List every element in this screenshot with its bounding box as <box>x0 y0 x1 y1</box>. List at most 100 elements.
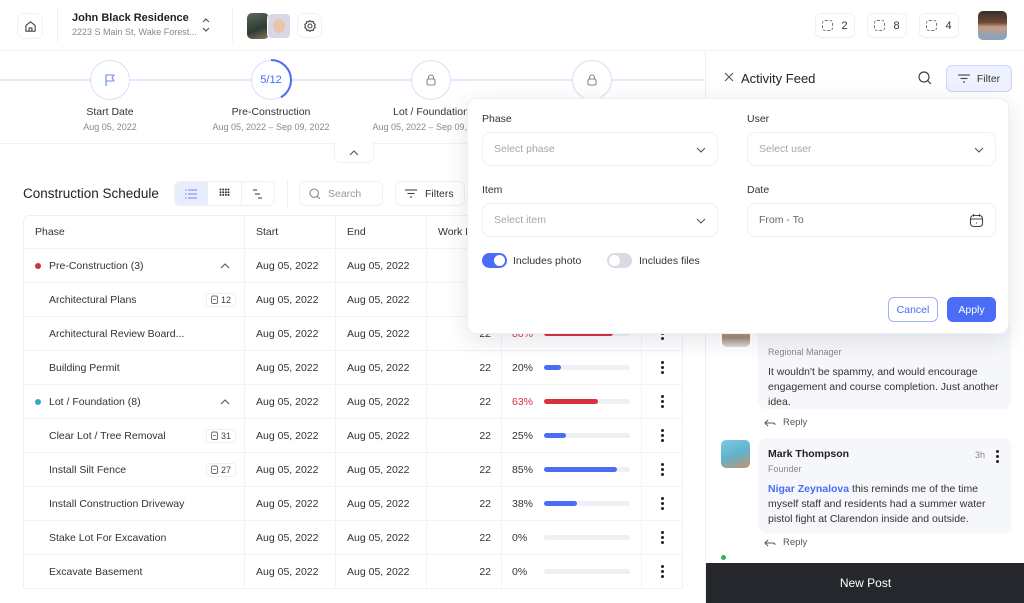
attachment-count: 12 <box>220 294 231 305</box>
date-range-input[interactable]: From - To <box>747 203 996 237</box>
lock-icon <box>426 74 436 86</box>
list-view-button[interactable] <box>175 182 209 205</box>
chevron-down-icon <box>696 218 706 224</box>
feed-search-button[interactable] <box>918 71 932 88</box>
step-start-date[interactable] <box>90 60 130 100</box>
phase-name: Install Construction Driveway <box>49 497 185 510</box>
row-menu-button[interactable] <box>642 351 682 384</box>
schedule-title: Construction Schedule <box>23 186 159 201</box>
column-header-end[interactable]: End <box>336 216 427 248</box>
comment-author[interactable]: Mark Thompson <box>768 448 1001 460</box>
gantt-icon <box>253 189 263 198</box>
project-switcher[interactable] <box>200 16 212 37</box>
step-pre-construction[interactable]: 5/12 <box>250 59 292 101</box>
table-row[interactable]: Stake Lot For Excavation Aug 05, 2022 Au… <box>24 521 682 555</box>
user-avatar[interactable] <box>978 11 1007 40</box>
project-address: 2223 S Main St, Wake Forest... <box>72 27 197 37</box>
comment-time: 3h <box>974 450 985 460</box>
attachment-badge[interactable]: 27 <box>205 462 236 477</box>
home-button[interactable] <box>17 13 43 39</box>
counter-2[interactable]: 8 <box>867 13 907 38</box>
comment-role: Regional Manager <box>768 347 842 357</box>
grid-view-button[interactable] <box>208 182 242 205</box>
table-row[interactable]: Building Permit Aug 05, 2022 Aug 05, 202… <box>24 351 682 385</box>
reply-button[interactable]: Reply <box>764 537 807 548</box>
progress-percent: 25% <box>512 429 534 442</box>
phase-group-row[interactable]: Lot / Foundation (8) Aug 05, 2022 Aug 05… <box>24 385 682 419</box>
work-days-cell: 22 <box>427 351 502 384</box>
phase-color-dot <box>35 398 41 405</box>
progress-fill <box>544 501 577 506</box>
user-select[interactable]: Select user <box>747 132 996 166</box>
phase-cell: Clear Lot / Tree Removal 31 <box>24 419 245 452</box>
kebab-icon <box>660 463 664 476</box>
filters-label: Filters <box>425 187 454 200</box>
phase-cell: Building Permit <box>24 351 245 384</box>
apply-button[interactable]: Apply <box>947 297 996 322</box>
chevron-up-icon[interactable] <box>220 262 230 269</box>
calendar-icon <box>969 214 984 228</box>
attachment-badge[interactable]: 31 <box>205 428 236 443</box>
progress-bar <box>544 399 630 404</box>
row-menu-button[interactable] <box>642 521 682 554</box>
progress-bar <box>544 467 630 472</box>
chevron-up-icon[interactable] <box>220 398 230 405</box>
flag-icon <box>105 74 115 86</box>
phase-select[interactable]: Select phase <box>482 132 718 166</box>
toggle-knob <box>494 255 505 266</box>
gantt-view-button[interactable] <box>242 182 274 205</box>
table-row[interactable]: Clear Lot / Tree Removal 31 Aug 05, 2022 … <box>24 419 682 453</box>
table-row[interactable]: Install Construction Driveway Aug 05, 20… <box>24 487 682 521</box>
counter-value: 4 <box>945 19 952 32</box>
commenter-avatar[interactable] <box>721 440 750 468</box>
attachment-badge[interactable]: 12 <box>205 292 236 307</box>
table-row[interactable]: Excavate Basement Aug 05, 2022 Aug 05, 2… <box>24 555 682 589</box>
progress-fill <box>544 467 618 472</box>
mention-link[interactable]: Nigar Zeynalova <box>768 483 849 495</box>
item-select[interactable]: Select item <box>482 203 718 237</box>
counter-3[interactable]: 4 <box>919 13 959 38</box>
column-header-start[interactable]: Start <box>245 216 336 248</box>
counter-1[interactable]: 2 <box>815 13 855 38</box>
row-menu-button[interactable] <box>642 555 682 588</box>
includes-files-toggle[interactable] <box>607 253 632 268</box>
lock-icon <box>587 74 597 86</box>
comment-card: Mark Thompson 3h Founder Nigar Zeynalova… <box>758 438 1011 533</box>
start-cell: Aug 05, 2022 <box>245 385 336 418</box>
start-cell: Aug 05, 2022 <box>245 555 336 588</box>
dashed-square-icon <box>874 20 886 31</box>
attachment-count: 31 <box>220 430 231 441</box>
filter-icon <box>405 189 417 198</box>
column-header-phase[interactable]: Phase <box>24 216 245 248</box>
team-avatar-1[interactable] <box>247 13 269 39</box>
end-cell: Aug 05, 2022 <box>336 453 427 486</box>
divider <box>232 8 233 42</box>
progress-percent: 85% <box>512 463 534 476</box>
settings-button[interactable] <box>297 13 322 38</box>
filters-button[interactable]: Filters <box>395 181 465 206</box>
includes-photo-toggle[interactable] <box>482 253 507 268</box>
step-locked[interactable] <box>572 60 612 100</box>
close-panel-button[interactable] <box>724 72 734 85</box>
row-menu-button[interactable] <box>642 385 682 418</box>
work-days-cell: 22 <box>427 487 502 520</box>
phase-name: Install Silt Fence <box>49 463 127 476</box>
search-input[interactable]: Search <box>299 181 383 206</box>
feed-filter-button[interactable]: Filter <box>946 65 1012 92</box>
new-post-button[interactable]: New Post <box>706 563 1024 603</box>
work-days-cell: 22 <box>427 419 502 452</box>
table-row[interactable]: Install Silt Fence 27 Aug 05, 2022 Aug 05… <box>24 453 682 487</box>
phase-placeholder: Select phase <box>494 143 555 155</box>
phase-name: Pre-Construction (3) <box>49 259 144 272</box>
cancel-button[interactable]: Cancel <box>888 297 938 322</box>
row-menu-button[interactable] <box>642 487 682 520</box>
reply-button[interactable]: Reply <box>764 417 807 428</box>
row-menu-button[interactable] <box>642 453 682 486</box>
phase-name: Architectural Review Board... <box>49 327 185 340</box>
collapse-stepper-button[interactable] <box>334 143 374 163</box>
step-lot-foundation[interactable] <box>411 60 451 100</box>
comment-menu-button[interactable] <box>996 450 999 463</box>
phase-cell: Excavate Basement <box>24 555 245 588</box>
team-avatar-2[interactable] <box>267 13 291 39</box>
row-menu-button[interactable] <box>642 419 682 452</box>
